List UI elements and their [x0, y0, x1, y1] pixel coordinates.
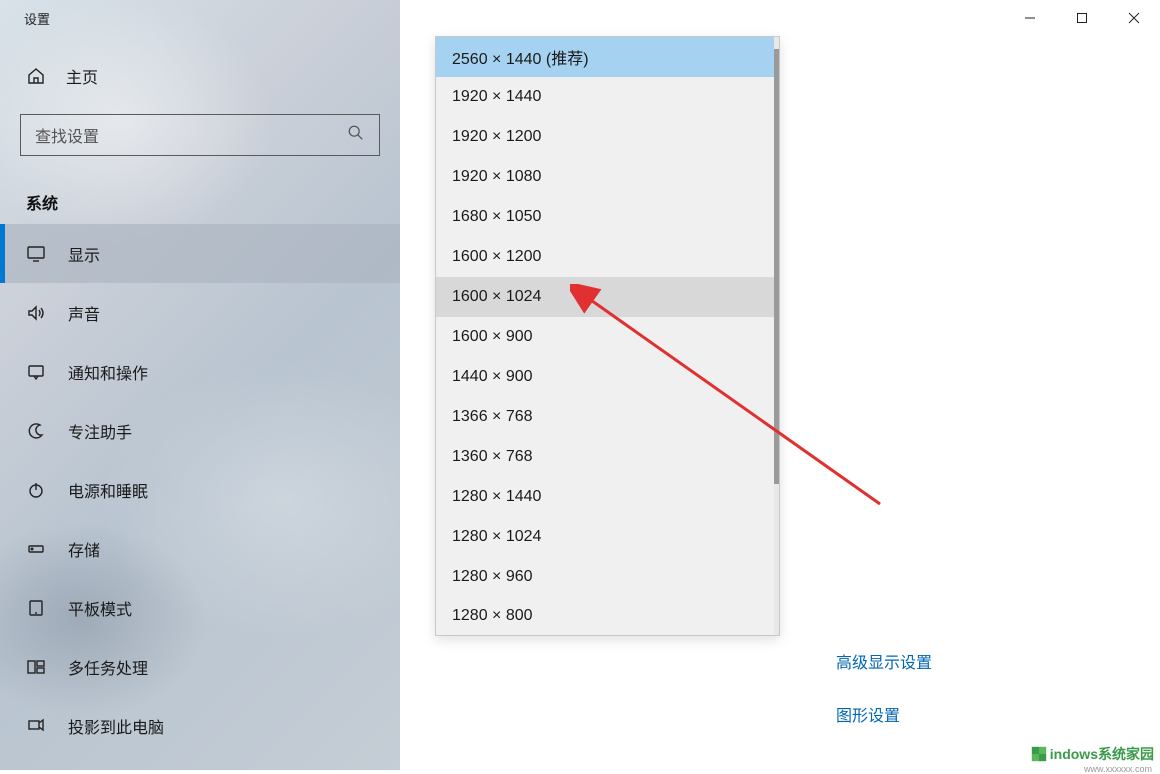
sidebar-item-3[interactable]: 专注助手: [0, 401, 400, 460]
sidebar-item-8[interactable]: 投影到此电脑: [0, 696, 400, 755]
home-icon: [26, 66, 46, 86]
close-button[interactable]: [1108, 0, 1160, 36]
resolution-option[interactable]: 1920 × 1440: [436, 77, 774, 117]
sidebar-item-label: 专注助手: [68, 419, 132, 443]
sidebar-item-6[interactable]: 平板模式: [0, 578, 400, 637]
resolution-option[interactable]: 1920 × 1200: [436, 117, 774, 157]
maximize-button[interactable]: [1056, 0, 1108, 36]
resolution-option[interactable]: 1600 × 900: [436, 317, 774, 357]
minimize-button[interactable]: [1004, 0, 1056, 36]
storage-icon: [26, 539, 46, 559]
resolution-option[interactable]: 2560 × 1440 (推荐): [436, 37, 774, 77]
sidebar-item-0[interactable]: 显示: [0, 224, 400, 283]
resolution-option[interactable]: 1366 × 768: [436, 397, 774, 437]
notification-icon: [26, 362, 46, 382]
sidebar-item-label: 声音: [68, 301, 100, 325]
resolution-option[interactable]: 1280 × 1440: [436, 477, 774, 517]
resolution-option[interactable]: 1280 × 1024: [436, 517, 774, 557]
sidebar: 主页 查找设置 系统 显示声音通知和操作专注助手电源和睡眠存储平板模式多任务处理…: [0, 0, 400, 770]
scrollbar-thumb[interactable]: [774, 49, 779, 484]
watermark: indows系统家园 www.xxxxxx.com: [1030, 744, 1154, 764]
search-icon: [347, 124, 365, 147]
resolution-option[interactable]: 1680 × 1050: [436, 197, 774, 237]
sidebar-item-label: 多任务处理: [68, 655, 148, 679]
monitor-icon: [26, 244, 46, 264]
sidebar-item-label: 存储: [68, 537, 100, 561]
sidebar-item-5[interactable]: 存储: [0, 519, 400, 578]
sidebar-item-label: 平板模式: [68, 596, 132, 620]
power-icon: [26, 480, 46, 500]
search-input[interactable]: 查找设置: [20, 114, 380, 156]
titlebar: 设置: [0, 0, 1160, 36]
sidebar-item-label: 显示: [68, 242, 100, 266]
resolution-option[interactable]: 1920 × 1080: [436, 157, 774, 197]
project-icon: [26, 716, 46, 736]
search-placeholder: 查找设置: [35, 123, 99, 147]
graphics-settings-link[interactable]: 图形设置: [836, 702, 900, 726]
category-label: 系统: [0, 174, 400, 224]
sidebar-item-1[interactable]: 声音: [0, 283, 400, 342]
advanced-display-link[interactable]: 高级显示设置: [836, 649, 932, 673]
moon-icon: [26, 421, 46, 441]
resolution-dropdown[interactable]: 2560 × 1440 (推荐)1920 × 14401920 × 120019…: [435, 36, 780, 636]
resolution-option[interactable]: 1440 × 900: [436, 357, 774, 397]
resolution-option[interactable]: 1600 × 1024: [436, 277, 774, 317]
sidebar-item-4[interactable]: 电源和睡眠: [0, 460, 400, 519]
resolution-option[interactable]: 1360 × 768: [436, 437, 774, 477]
home-label: 主页: [66, 64, 98, 88]
dropdown-scrollbar[interactable]: [774, 37, 779, 635]
multitask-icon: [26, 657, 46, 677]
sound-icon: [26, 303, 46, 323]
resolution-option[interactable]: 1280 × 960: [436, 557, 774, 597]
tablet-icon: [26, 598, 46, 618]
window-title: 设置: [24, 9, 50, 28]
sidebar-item-7[interactable]: 多任务处理: [0, 637, 400, 696]
sidebar-item-label: 投影到此电脑: [68, 714, 164, 738]
resolution-option[interactable]: 1280 × 800: [436, 597, 774, 633]
sidebar-item-2[interactable]: 通知和操作: [0, 342, 400, 401]
sidebar-item-label: 通知和操作: [68, 360, 148, 384]
sidebar-item-label: 电源和睡眠: [68, 478, 148, 502]
resolution-option[interactable]: 1600 × 1200: [436, 237, 774, 277]
home-button[interactable]: 主页: [0, 50, 400, 102]
